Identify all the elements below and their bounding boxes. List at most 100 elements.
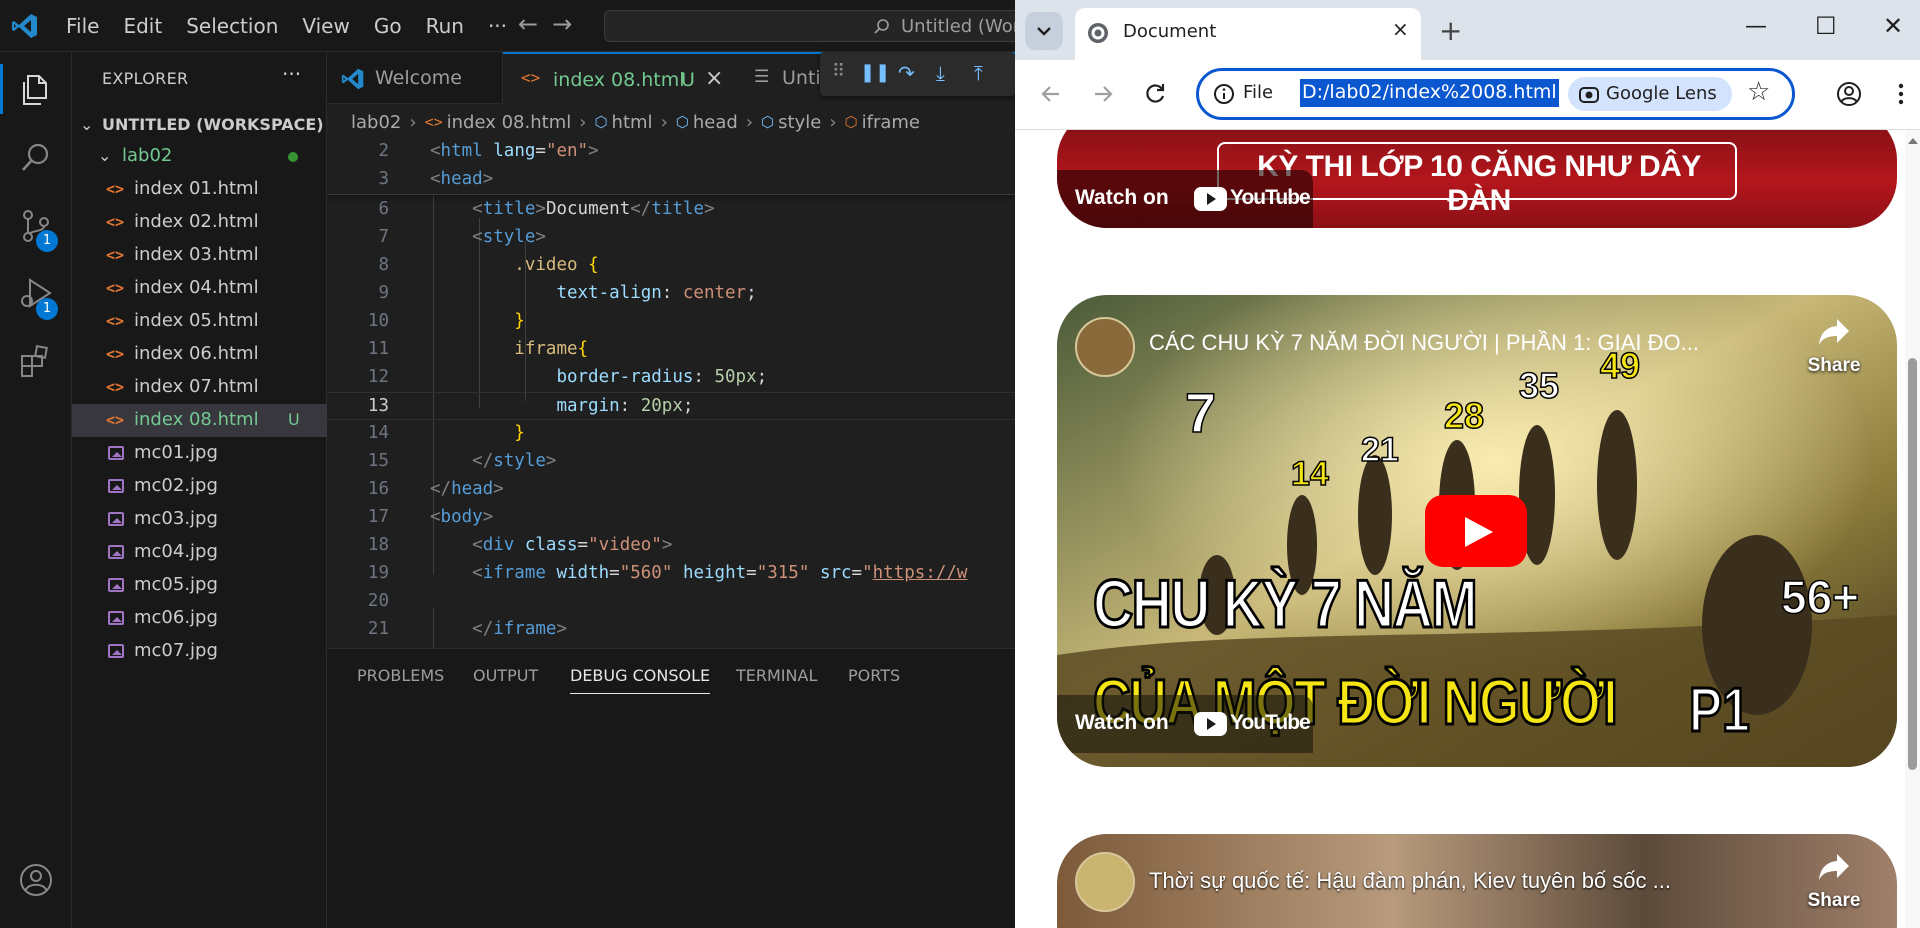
html-file-icon: <> — [106, 279, 125, 297]
info-icon[interactable] — [1213, 83, 1235, 105]
file-item[interactable]: <> index 04.html — [72, 272, 327, 305]
tab-status: U — [681, 69, 695, 91]
youtube-logo-icon — [1194, 712, 1227, 736]
code-editor[interactable]: 2 <html lang="en"> 3 <head> 6 <title>Docum… — [327, 138, 1015, 648]
share-button[interactable]: Share — [1799, 317, 1869, 377]
google-lens-button[interactable]: Google Lens — [1568, 77, 1732, 111]
drag-handle-icon[interactable]: ⠿ — [832, 61, 845, 82]
step-over-icon[interactable]: ↷ — [898, 61, 915, 85]
close-icon[interactable]: × — [1392, 17, 1409, 41]
command-center-label: Untitled (Workspace) — [901, 16, 1015, 37]
tab-label: Welcome — [375, 67, 462, 89]
maximize-icon[interactable]: ☐ — [1815, 12, 1837, 40]
tab-debug-console[interactable]: DEBUG CONSOLE — [570, 666, 711, 694]
folder-label: lab02 — [122, 145, 173, 166]
menu-go[interactable]: Go — [362, 14, 414, 38]
scroll-up-icon[interactable] — [1908, 138, 1918, 144]
file-item[interactable]: <> index 02.html — [72, 206, 327, 239]
file-item[interactable]: <> index 01.html — [72, 173, 327, 206]
file-name: mc06.jpg — [134, 607, 218, 628]
explorer-more-button[interactable]: ··· — [282, 62, 301, 86]
tab-title: Document — [1123, 21, 1217, 42]
bottom-panel: PROBLEMS OUTPUT DEBUG CONSOLE TERMINAL P… — [327, 648, 1015, 928]
step-into-icon[interactable]: ⤓ — [936, 61, 945, 85]
file-item[interactable]: mc03.jpg — [72, 503, 327, 536]
profile-icon[interactable] — [1835, 80, 1863, 108]
file-item[interactable]: mc05.jpg — [72, 569, 327, 602]
bookmark-star-icon[interactable]: ☆ — [1747, 77, 1770, 107]
share-button[interactable]: Share — [1799, 852, 1869, 912]
address-bar[interactable]: File D:/lab02/index%2008.html Google Len… — [1196, 68, 1795, 120]
channel-avatar[interactable] — [1075, 852, 1135, 912]
file-item[interactable]: <> index 06.html — [72, 338, 327, 371]
chrome-tab-document[interactable]: Document × — [1075, 8, 1421, 60]
file-item[interactable]: <> index 05.html — [72, 305, 327, 338]
file-item[interactable]: mc02.jpg — [72, 470, 327, 503]
tab-search-button[interactable] — [1025, 12, 1063, 50]
share-icon — [1819, 854, 1849, 880]
close-icon[interactable]: × — [705, 66, 723, 91]
play-button[interactable] — [1425, 495, 1527, 567]
run-debug-activity[interactable]: 1 — [0, 262, 72, 322]
menu-selection[interactable]: Selection — [174, 14, 290, 38]
menu-run[interactable]: Run — [414, 14, 476, 38]
window-close-icon[interactable]: ✕ — [1883, 12, 1903, 40]
forward-arrow-icon[interactable] — [1089, 80, 1117, 108]
breadcrumb-item[interactable]: html — [612, 112, 653, 133]
video-embed-3[interactable]: Thời sự quốc tế: Hậu đàm phán, Kiev tuyê… — [1057, 834, 1897, 928]
back-arrow-icon[interactable]: ← — [518, 10, 538, 38]
tab-ports[interactable]: PORTS — [848, 666, 900, 685]
breadcrumb-item[interactable]: head — [693, 112, 738, 133]
explorer-activity[interactable] — [0, 58, 72, 118]
menu-view[interactable]: View — [290, 14, 361, 38]
tab-welcome[interactable]: Welcome — [327, 52, 503, 104]
channel-avatar[interactable] — [1075, 317, 1135, 377]
tab-terminal[interactable]: TERMINAL — [736, 666, 817, 685]
scrollbar-thumb[interactable] — [1908, 358, 1917, 770]
video-title[interactable]: Thời sự quốc tế: Hậu đàm phán, Kiev tuyê… — [1149, 868, 1671, 894]
minimize-icon[interactable]: — — [1745, 14, 1767, 39]
workspace-header[interactable]: ⌄ UNTITLED (WORKSPACE) — [72, 110, 327, 140]
breadcrumb-item[interactable]: lab02 — [351, 112, 401, 133]
file-item[interactable]: mc06.jpg — [72, 602, 327, 635]
url-text[interactable]: D:/lab02/index%2008.html — [1300, 79, 1559, 107]
tab-output[interactable]: OUTPUT — [473, 666, 538, 685]
code-line: 9 text-align: center; — [378, 283, 757, 303]
breadcrumb-item[interactable]: index 08.html — [447, 112, 572, 133]
search-activity[interactable] — [0, 126, 72, 186]
reload-icon[interactable] — [1141, 80, 1169, 108]
menu-more[interactable]: ··· — [476, 14, 519, 38]
menu-edit[interactable]: Edit — [111, 14, 174, 38]
step-out-icon[interactable]: ⤒ — [974, 61, 983, 85]
new-tab-button[interactable]: + — [1439, 14, 1462, 47]
breadcrumb-item[interactable]: iframe — [862, 112, 920, 133]
page-scrollbar[interactable] — [1905, 130, 1920, 928]
lens-icon — [1579, 87, 1599, 103]
file-item[interactable]: <> index 07.html — [72, 371, 327, 404]
menu-file[interactable]: File — [54, 14, 111, 38]
file-item[interactable]: <> index 03.html — [72, 239, 327, 272]
breadcrumb-item[interactable]: style — [778, 112, 821, 133]
kebab-menu-icon[interactable] — [1887, 80, 1915, 108]
chrome-toolbar: File D:/lab02/index%2008.html Google Len… — [1015, 60, 1920, 130]
video-embed-2[interactable]: CÁC CHU KỲ 7 NĂM ĐỜI NGƯỜI | PHẦN 1: GIA… — [1057, 295, 1897, 767]
source-control-activity[interactable]: 1 — [0, 194, 72, 254]
back-arrow-icon[interactable] — [1037, 80, 1065, 108]
file-item[interactable]: mc01.jpg — [72, 437, 327, 470]
command-center[interactable]: Untitled (Workspace) — [604, 10, 1015, 42]
file-item[interactable]: mc04.jpg — [72, 536, 327, 569]
forward-arrow-icon[interactable]: → — [552, 10, 572, 38]
chevron-down-icon: ⌄ — [98, 146, 112, 165]
file-name: mc07.jpg — [134, 640, 218, 661]
watch-on-youtube-button[interactable]: Watch on YouTube — [1057, 695, 1313, 753]
watch-on-youtube-button[interactable]: Watch on YouTube — [1057, 170, 1313, 228]
file-item-selected[interactable]: <> index 08.html U — [72, 404, 327, 437]
pause-icon[interactable]: ❚❚ — [860, 62, 890, 83]
extensions-activity[interactable] — [0, 330, 72, 390]
accounts-activity[interactable] — [0, 848, 72, 908]
code-line: 21 </iframe> — [367, 619, 567, 639]
tab-problems[interactable]: PROBLEMS — [357, 666, 444, 685]
folder-lab02[interactable]: ⌄ lab02 — [72, 140, 327, 173]
video-embed-1[interactable]: KỲ THI LỚP 10 CĂNG NHƯ DÂY ĐÀN Watch on … — [1057, 130, 1897, 228]
file-item[interactable]: mc07.jpg — [72, 635, 327, 668]
